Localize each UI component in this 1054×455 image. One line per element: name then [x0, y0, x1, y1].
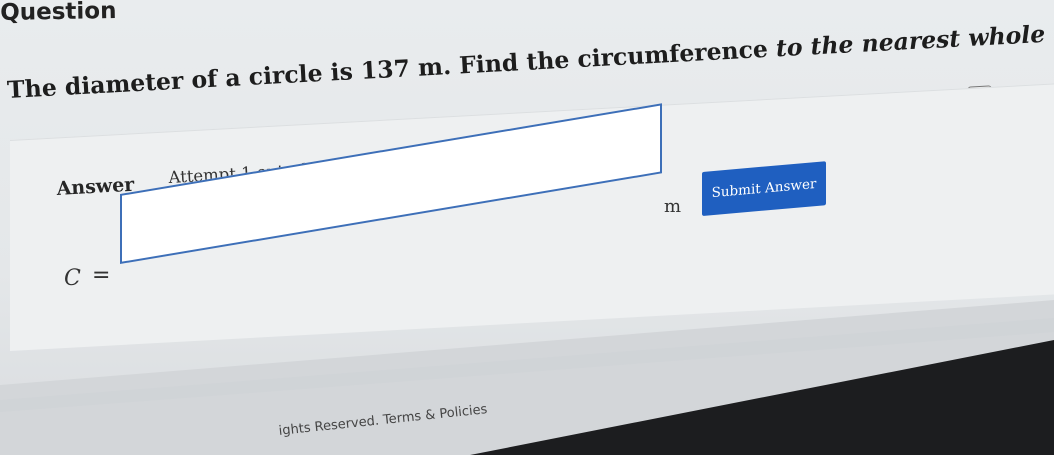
screen: Question The diameter of a circle is 137…: [0, 0, 1054, 455]
unit-label: m: [664, 196, 682, 217]
question-text-italic: to the nearest whole number.: [775, 14, 1054, 63]
equals-sign: =: [92, 263, 111, 288]
question-heading: Question: [0, 0, 117, 26]
question-text: The diameter of a circle is 137 m. Find …: [6, 14, 1054, 104]
footer-terms-link[interactable]: ights Reserved. Terms & Policies: [278, 402, 488, 439]
variable-label: C: [64, 266, 81, 291]
question-text-main: The diameter of a circle is 137 m. Find …: [6, 34, 777, 105]
